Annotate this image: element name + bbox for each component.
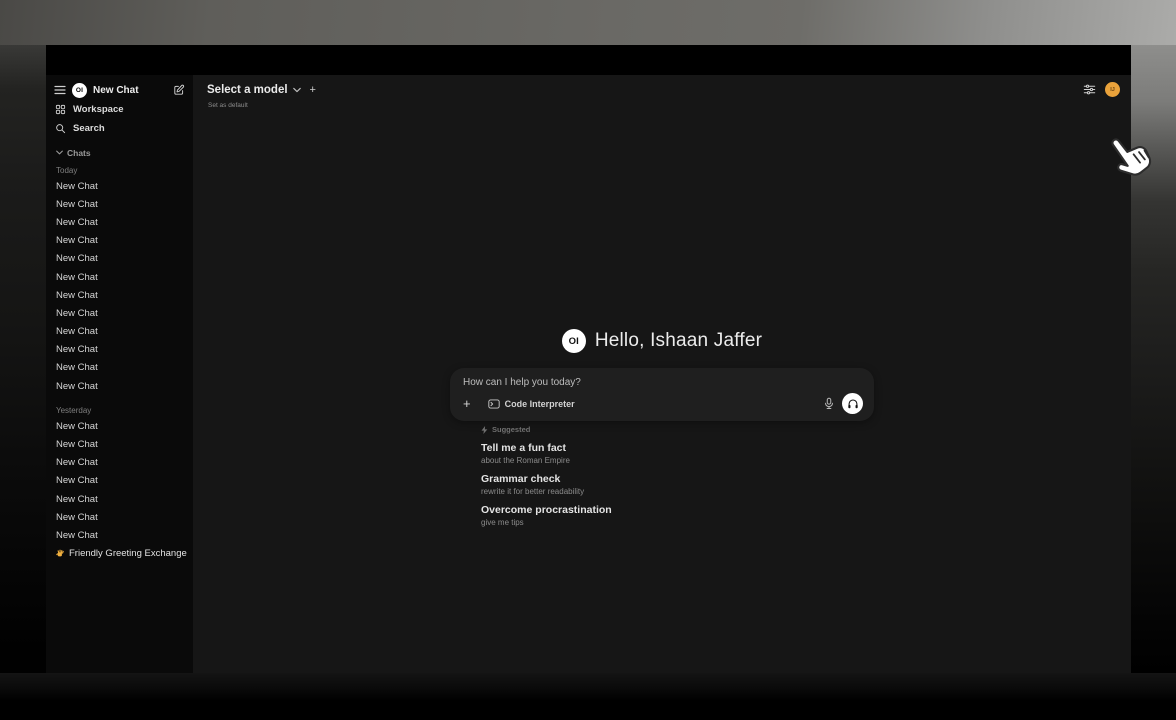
desktop-background-left bbox=[0, 45, 46, 673]
chevron-down-icon bbox=[293, 87, 301, 93]
chat-list-item[interactable]: New Chat bbox=[46, 508, 193, 526]
sidebar-title: New Chat bbox=[93, 85, 139, 96]
settings-sliders-icon[interactable] bbox=[1083, 83, 1096, 96]
search-icon bbox=[55, 123, 66, 134]
chat-list-item[interactable]: New Chat bbox=[46, 213, 193, 231]
main-pane: Select a model + IJ Set as default OI He… bbox=[193, 75, 1131, 673]
suggested-prompt-title: Tell me a fun fact bbox=[481, 442, 874, 454]
suggested-prompt-subtitle: about the Roman Empire bbox=[481, 456, 874, 465]
mic-icon[interactable] bbox=[824, 397, 834, 410]
chevron-down-icon bbox=[56, 150, 63, 155]
suggested-prompt[interactable]: Tell me a fun fact about the Roman Empir… bbox=[481, 442, 874, 465]
chat-list-item[interactable]: New Chat bbox=[46, 526, 193, 544]
new-chat-icon[interactable] bbox=[173, 84, 185, 96]
add-model-button[interactable]: + bbox=[310, 85, 316, 95]
app-window: OI New Chat Workspace Search bbox=[46, 45, 1131, 673]
suggested-section: Suggested Tell me a fun fact about the R… bbox=[481, 425, 874, 527]
chat-group-label-yesterday: Yesterday bbox=[46, 404, 193, 417]
suggested-prompt-subtitle: rewrite it for better readability bbox=[481, 487, 874, 496]
chat-list-item[interactable]: New Chat bbox=[46, 195, 193, 213]
menu-icon[interactable] bbox=[54, 85, 66, 95]
chat-list-item[interactable]: New Chat bbox=[46, 359, 193, 377]
chat-list-today: New Chat New Chat New Chat New Chat New … bbox=[46, 177, 193, 395]
sidebar-item-workspace[interactable]: Workspace bbox=[46, 100, 193, 119]
message-composer[interactable]: How can I help you today? + Code Interpr… bbox=[450, 368, 874, 421]
chat-list-item[interactable]: New Chat bbox=[46, 377, 193, 395]
code-interpreter-label: Code Interpreter bbox=[505, 399, 575, 409]
window-titlebar bbox=[46, 45, 1131, 75]
chat-list-item[interactable]: New Chat bbox=[46, 323, 193, 341]
chat-list-item[interactable]: New Chat bbox=[46, 490, 193, 508]
model-selector-label: Select a model bbox=[207, 84, 288, 96]
chat-list-item[interactable]: New Chat bbox=[46, 286, 193, 304]
chat-list-item[interactable]: New Chat bbox=[46, 268, 193, 286]
chat-list-item[interactable]: New Chat bbox=[46, 417, 193, 435]
suggested-prompt-list: Tell me a fun fact about the Roman Empir… bbox=[481, 442, 874, 527]
chat-list-item-named[interactable]: Friendly Greeting Exchange bbox=[46, 545, 193, 563]
sidebar-item-search[interactable]: Search bbox=[46, 119, 193, 138]
voice-call-button[interactable] bbox=[842, 393, 863, 414]
suggested-label: Suggested bbox=[492, 425, 530, 434]
named-chat-label: Friendly Greeting Exchange bbox=[69, 548, 187, 559]
workspace-grid-icon bbox=[55, 104, 66, 115]
search-label: Search bbox=[73, 123, 105, 134]
workspace-label: Workspace bbox=[73, 104, 124, 115]
suggested-prompt[interactable]: Overcome procrastination give me tips bbox=[481, 504, 874, 527]
composer-placeholder: How can I help you today? bbox=[463, 377, 863, 388]
suggested-prompt[interactable]: Grammar check rewrite it for better read… bbox=[481, 473, 874, 496]
wave-emoji-icon bbox=[56, 549, 65, 558]
chat-list-item[interactable]: New Chat bbox=[46, 454, 193, 472]
chat-list-item[interactable]: New Chat bbox=[46, 304, 193, 322]
headphones-icon bbox=[847, 398, 859, 410]
chat-list-item[interactable]: New Chat bbox=[46, 250, 193, 268]
app-logo: OI bbox=[72, 83, 87, 98]
chat-list-item[interactable]: New Chat bbox=[46, 232, 193, 250]
greeting-text: Hello, Ishaan Jaffer bbox=[595, 330, 762, 352]
user-avatar[interactable]: IJ bbox=[1105, 82, 1120, 97]
chat-list-yesterday: New Chat New Chat New Chat New Chat New … bbox=[46, 417, 193, 544]
suggested-prompt-title: Grammar check bbox=[481, 473, 874, 485]
suggested-prompt-title: Overcome procrastination bbox=[481, 504, 874, 516]
model-selector[interactable]: Select a model bbox=[207, 84, 301, 96]
chat-list-item[interactable]: New Chat bbox=[46, 177, 193, 195]
attach-button[interactable]: + bbox=[463, 398, 471, 410]
desktop-background-right bbox=[1131, 45, 1176, 673]
desktop-background-bottom bbox=[0, 673, 1176, 720]
app-logo-large: OI bbox=[562, 329, 586, 353]
code-interpreter-toggle[interactable]: Code Interpreter bbox=[488, 399, 575, 409]
chats-section-toggle[interactable]: Chats bbox=[46, 145, 193, 160]
desktop-background-top bbox=[0, 0, 1176, 45]
suggested-prompt-subtitle: give me tips bbox=[481, 518, 874, 527]
bolt-icon bbox=[481, 426, 488, 434]
set-as-default-link[interactable]: Set as default bbox=[193, 97, 248, 109]
chat-group-label-today: Today bbox=[46, 164, 193, 177]
sidebar: OI New Chat Workspace Search bbox=[46, 75, 193, 673]
chat-list-item[interactable]: New Chat bbox=[46, 472, 193, 490]
chats-header-label: Chats bbox=[67, 148, 91, 158]
chat-list-item[interactable]: New Chat bbox=[46, 341, 193, 359]
chat-list-item[interactable]: New Chat bbox=[46, 435, 193, 453]
code-interpreter-icon bbox=[488, 399, 500, 409]
